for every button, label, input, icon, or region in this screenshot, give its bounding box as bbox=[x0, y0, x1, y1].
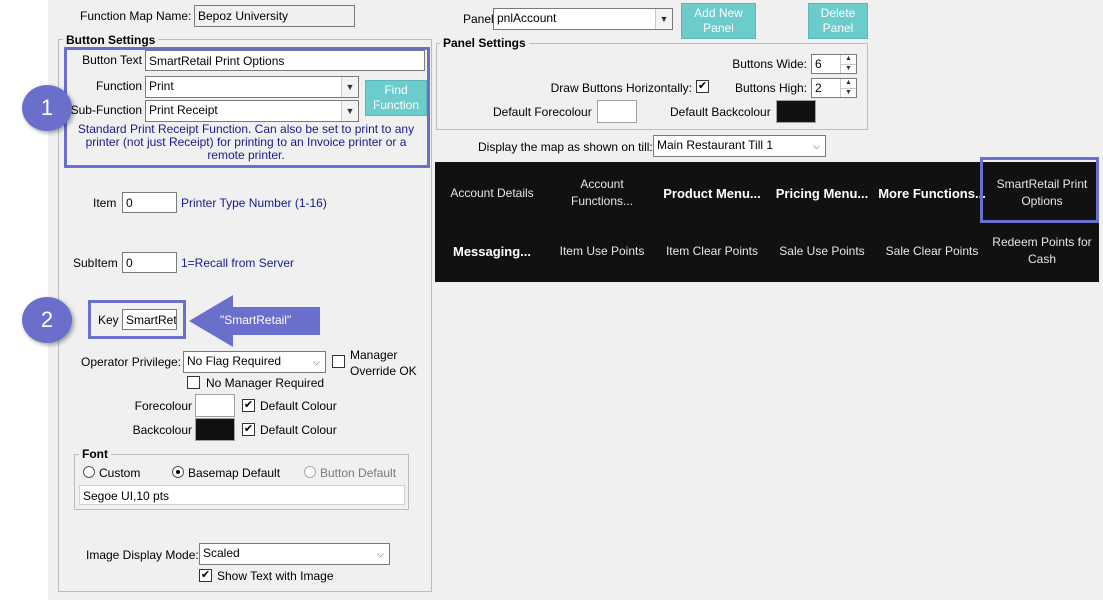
default-forecolour-checkbox[interactable]: ✔ bbox=[242, 399, 255, 412]
subitem-label: SubItem bbox=[73, 256, 118, 270]
forecolour-swatch[interactable] bbox=[195, 394, 235, 417]
font-button-label: Button Default bbox=[320, 466, 397, 480]
grid-button-item-use-points[interactable]: Item Use Points bbox=[548, 223, 656, 279]
panel-select[interactable]: pnlAccount ▼ bbox=[493, 8, 673, 30]
image-display-label: Image Display Mode: bbox=[86, 548, 199, 562]
default-backcolour-swatch[interactable] bbox=[776, 100, 816, 123]
panel-label: Panel bbox=[463, 12, 494, 26]
item-input[interactable]: 0 bbox=[122, 192, 177, 213]
font-basemap-radio[interactable] bbox=[172, 466, 184, 478]
font-title: Font bbox=[79, 447, 111, 461]
function-map-field[interactable]: Bepoz University bbox=[194, 5, 355, 27]
default-backcolour-checkbox[interactable]: ✔ bbox=[242, 423, 255, 436]
highlight-box-key bbox=[88, 300, 186, 339]
delete-panel-button[interactable]: Delete Panel bbox=[808, 3, 868, 39]
item-hint: Printer Type Number (1-16) bbox=[181, 196, 327, 210]
image-display-select[interactable]: Scaled ⌵ bbox=[199, 543, 390, 565]
backcolour-swatch[interactable] bbox=[195, 418, 235, 441]
chevron-down-icon: ⌵ bbox=[308, 352, 325, 372]
default-backcolour-label: Default Backcolour bbox=[670, 105, 771, 119]
add-panel-button[interactable]: Add New Panel bbox=[681, 3, 756, 39]
display-map-value: Main Restaurant Till 1 bbox=[657, 138, 774, 152]
no-manager-checkbox[interactable] bbox=[187, 376, 200, 389]
no-manager-label: No Manager Required bbox=[206, 376, 325, 390]
operator-privilege-select[interactable]: No Flag Required ⌵ bbox=[183, 351, 326, 373]
subitem-hint: 1=Recall from Server bbox=[181, 256, 295, 270]
buttons-high-label: Buttons High: bbox=[734, 81, 807, 95]
buttons-high-value: 2 bbox=[815, 81, 822, 95]
chevron-down-icon: ⌵ bbox=[808, 136, 825, 156]
grid-button-messaging[interactable]: Messaging... bbox=[438, 223, 546, 279]
arrow-callout-text: "SmartRetail" bbox=[220, 313, 292, 327]
manager-override-checkbox[interactable] bbox=[332, 355, 345, 368]
grid-button-pricing-menu[interactable]: Pricing Menu... bbox=[768, 165, 876, 221]
default-forecolour-label: Default Forecolour bbox=[493, 105, 592, 119]
grid-button-sale-use-points[interactable]: Sale Use Points bbox=[768, 223, 876, 279]
grid-button-redeem-points[interactable]: Redeem Points for Cash bbox=[988, 223, 1096, 279]
grid-button-sale-clear-points[interactable]: Sale Clear Points bbox=[878, 223, 986, 279]
forecolour-label: Forecolour bbox=[134, 399, 192, 413]
display-map-select[interactable]: Main Restaurant Till 1 ⌵ bbox=[653, 135, 826, 157]
spinner-arrows-icon: ▲ ▼ bbox=[840, 79, 856, 97]
default-forecolour-swatch[interactable] bbox=[597, 100, 637, 123]
chevron-down-icon: ▼ bbox=[655, 9, 672, 29]
image-display-value: Scaled bbox=[203, 546, 240, 560]
spinner-arrows-icon: ▲ ▼ bbox=[840, 55, 856, 73]
item-label: Item bbox=[93, 196, 117, 210]
draw-horizontal-label: Draw Buttons Horizontally: bbox=[550, 81, 692, 95]
font-custom-radio[interactable] bbox=[83, 466, 95, 478]
backcolour-label: Backcolour bbox=[132, 423, 192, 437]
manager-override-label: Manager Override OK bbox=[350, 348, 417, 378]
buttons-wide-value: 6 bbox=[815, 57, 822, 71]
button-settings-title: Button Settings bbox=[63, 33, 159, 47]
grid-button-account-details[interactable]: Account Details bbox=[438, 165, 546, 221]
operator-privilege-label: Operator Privilege: bbox=[81, 355, 182, 369]
subitem-input[interactable]: 0 bbox=[122, 252, 177, 273]
font-button-radio[interactable] bbox=[304, 466, 316, 478]
step-bubble-1: 1 bbox=[22, 85, 72, 131]
buttons-wide-spinner[interactable]: 6 ▲ ▼ bbox=[811, 54, 857, 74]
step-bubble-2: 2 bbox=[22, 297, 72, 343]
default-forecolour-label: Default Colour bbox=[260, 399, 337, 413]
chevron-down-icon: ⌵ bbox=[372, 544, 389, 564]
highlight-box-function bbox=[64, 47, 430, 168]
grid-button-more-functions[interactable]: More Functions... bbox=[878, 165, 986, 221]
grid-button-account-functions[interactable]: Account Functions... bbox=[548, 165, 656, 221]
display-map-label: Display the map as shown on till: bbox=[478, 140, 653, 154]
show-text-checkbox[interactable]: ✔ bbox=[199, 569, 212, 582]
show-text-label: Show Text with Image bbox=[217, 569, 334, 583]
font-custom-label: Custom bbox=[99, 466, 141, 480]
default-backcolour-label: Default Colour bbox=[260, 423, 337, 437]
panel-settings-title: Panel Settings bbox=[440, 36, 529, 50]
function-map-label: Function Map Name: bbox=[80, 9, 192, 23]
buttons-wide-label: Buttons Wide: bbox=[732, 57, 807, 71]
grid-button-product-menu[interactable]: Product Menu... bbox=[658, 165, 766, 221]
grid-button-item-clear-points[interactable]: Item Clear Points bbox=[658, 223, 766, 279]
operator-privilege-value: No Flag Required bbox=[187, 354, 282, 368]
highlight-box-selected-button bbox=[980, 157, 1099, 223]
font-basemap-label: Basemap Default bbox=[188, 466, 281, 480]
buttons-high-spinner[interactable]: 2 ▲ ▼ bbox=[811, 78, 857, 98]
font-value-field[interactable]: Segoe UI,10 pts bbox=[79, 485, 405, 505]
panel-select-value: pnlAccount bbox=[497, 11, 557, 25]
